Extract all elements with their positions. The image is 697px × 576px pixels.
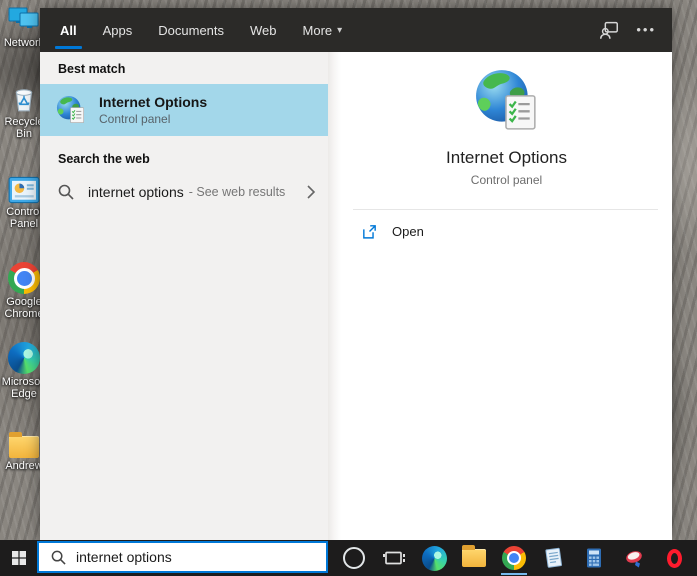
edge-icon [421, 545, 447, 571]
results-column: Best match Internet Options Control pane… [40, 52, 328, 540]
edge-taskbar-button[interactable] [414, 540, 454, 576]
best-match-text: Internet Options Control panel [99, 94, 207, 127]
start-button[interactable] [0, 540, 37, 576]
desktop-icon-label: Network [3, 37, 45, 49]
ellipsis-icon: ••• [636, 22, 656, 37]
result-subtitle: Control panel [99, 111, 171, 126]
suggestion-suffix: - See web results [188, 185, 286, 199]
preview-title: Internet Options [446, 148, 567, 167]
open-external-icon [361, 223, 378, 240]
recycle-bin-icon [11, 80, 37, 114]
search-results-area: Best match Internet Options Control pane… [40, 52, 672, 540]
calculator-button[interactable] [574, 540, 614, 576]
web-search-suggestion[interactable]: internet options - See web results [40, 174, 328, 210]
control-panel-icon [8, 170, 40, 204]
column-divider [328, 52, 341, 540]
preview-subtitle: Control panel [470, 173, 543, 187]
task-view-icon [382, 546, 406, 570]
header-actions: ••• [598, 8, 672, 52]
search-icon [51, 550, 66, 565]
windows-logo-icon [11, 550, 27, 566]
cortana-button[interactable] [334, 540, 374, 576]
network-icon [8, 1, 40, 35]
tab-label: All [60, 22, 77, 38]
chrome-icon [502, 546, 526, 570]
tab-label: More [302, 22, 333, 38]
desktop-icon-label: Andrew [5, 460, 43, 472]
red-app-icon [622, 546, 646, 570]
suggestion-query: internet options [88, 184, 184, 200]
calculator-icon [582, 546, 606, 570]
opera-button[interactable] [654, 540, 694, 576]
chevron-right-icon[interactable] [306, 184, 316, 200]
tab-more[interactable]: More ▾ [303, 8, 343, 52]
open-label: Open [392, 224, 424, 239]
file-explorer-button[interactable] [454, 540, 494, 576]
open-action[interactable]: Open [341, 210, 672, 253]
search-icon [58, 184, 74, 200]
filter-tabs: All Apps Documents Web More ▾ [40, 8, 342, 52]
notepad-button[interactable] [534, 540, 574, 576]
red-app-button[interactable] [614, 540, 654, 576]
more-options-button[interactable]: ••• [636, 22, 656, 37]
task-view-button[interactable] [374, 540, 414, 576]
internet-options-icon [474, 68, 540, 134]
best-match-result[interactable]: Internet Options Control panel [40, 84, 328, 136]
preview-pane: Internet Options Control panel Open [341, 52, 672, 540]
edge-icon [8, 340, 40, 374]
taskbar-app-icons [334, 540, 694, 576]
chrome-taskbar-button[interactable] [494, 540, 534, 576]
chrome-icon [8, 260, 40, 294]
result-title: Internet Options [99, 93, 208, 110]
tab-all[interactable]: All [55, 8, 82, 52]
internet-options-icon [56, 95, 86, 125]
tab-web[interactable]: Web [250, 8, 277, 52]
desktop-screen: Network Recycle Bin Control Panel Google… [0, 0, 697, 576]
folder-icon [9, 424, 39, 458]
taskbar-search-value: internet options [76, 549, 172, 565]
search-web-heading: Search the web [58, 152, 150, 166]
opera-icon [666, 548, 682, 568]
notepad-icon [542, 546, 566, 570]
tab-apps[interactable]: Apps [103, 8, 133, 52]
account-feedback-button[interactable] [598, 19, 620, 41]
search-flyout: All Apps Documents Web More ▾ ••• Best m… [40, 8, 672, 540]
chevron-down-icon: ▾ [337, 24, 343, 36]
file-explorer-icon [462, 545, 486, 567]
tab-label: Apps [102, 22, 133, 38]
tab-label: Documents [158, 22, 225, 38]
cortana-icon [343, 547, 365, 569]
account-feedback-icon [598, 19, 620, 41]
tab-label: Web [250, 22, 277, 38]
taskbar-search-box[interactable]: internet options [37, 541, 328, 573]
search-filter-bar: All Apps Documents Web More ▾ ••• [40, 8, 672, 52]
tab-documents[interactable]: Documents [158, 8, 224, 52]
best-match-heading: Best match [58, 62, 126, 76]
taskbar: internet options [0, 540, 697, 576]
